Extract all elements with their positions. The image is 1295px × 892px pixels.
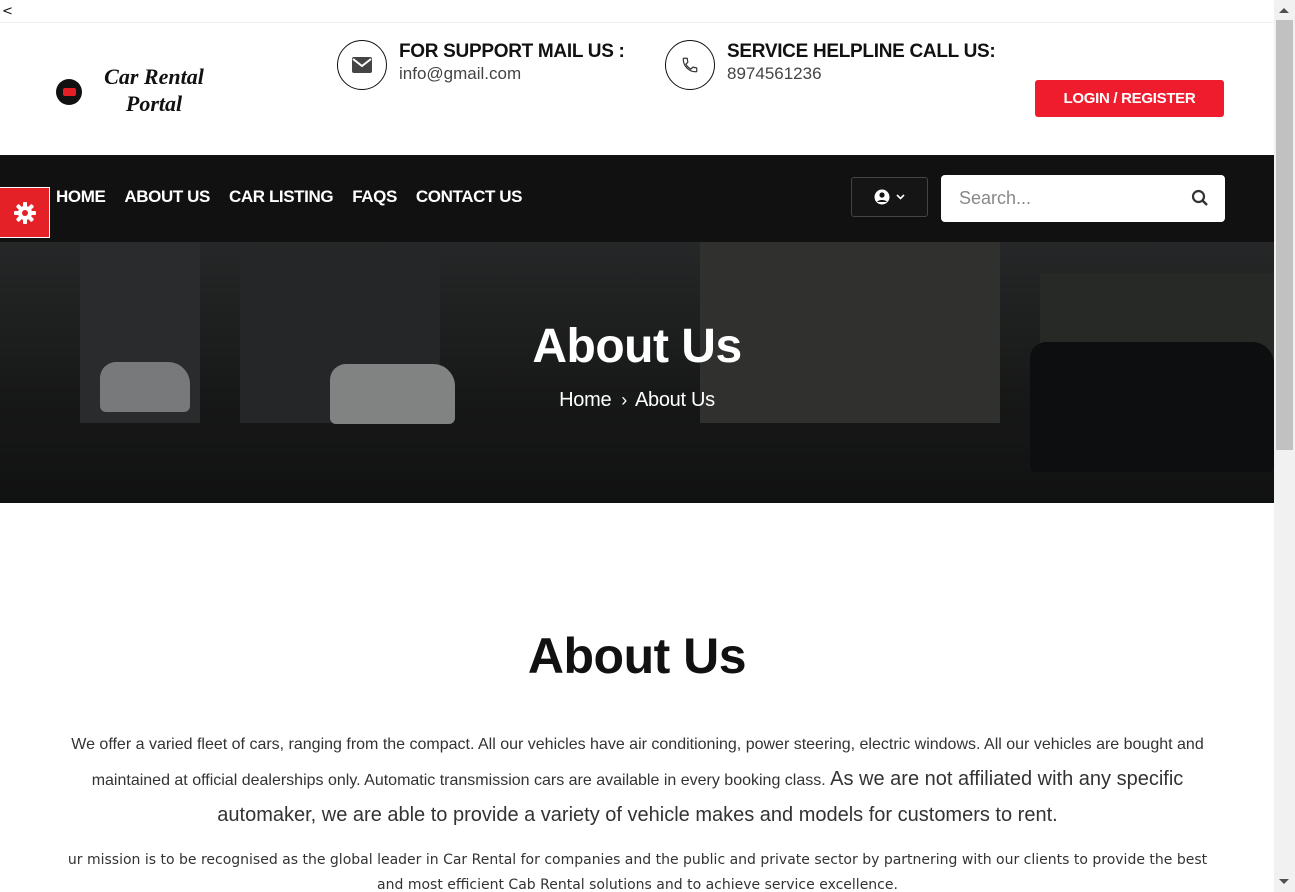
- breadcrumb-home-link[interactable]: Home: [559, 389, 611, 411]
- logo-mark-icon: [56, 79, 82, 105]
- breadcrumb-chevron-icon: ›: [621, 390, 627, 410]
- envelope-icon: [337, 40, 387, 90]
- settings-panel-toggle[interactable]: [0, 187, 50, 238]
- logo-text: Car Rental Portal: [84, 63, 224, 117]
- service-helpline-number[interactable]: 8974561236: [727, 63, 995, 85]
- stray-character: <: [2, 4, 13, 19]
- about-paragraph-1: We offer a varied fleet of cars, ranging…: [60, 728, 1215, 834]
- site-logo[interactable]: Car Rental Portal: [56, 63, 216, 123]
- user-circle-icon: [874, 189, 890, 205]
- scrollbar-thumb[interactable]: [1276, 20, 1293, 450]
- chevron-down-icon: [896, 194, 905, 200]
- search-input[interactable]: [941, 175, 1181, 222]
- breadcrumb: Home › About Us: [0, 389, 1274, 412]
- login-register-button[interactable]: LOGIN / REGISTER: [1035, 80, 1224, 117]
- gear-icon: [13, 201, 36, 224]
- nav-item-car-listing[interactable]: CAR LISTING: [229, 187, 334, 207]
- user-menu-button[interactable]: [851, 177, 928, 217]
- support-mail-address[interactable]: info@gmail.com: [399, 63, 625, 85]
- banner-title: About Us: [532, 320, 742, 373]
- support-mail-block: FOR SUPPORT MAIL US : info@gmail.com: [337, 40, 625, 90]
- breadcrumb-current: About Us: [634, 389, 715, 411]
- search-icon[interactable]: [1191, 189, 1209, 207]
- search-box: [941, 175, 1225, 222]
- service-helpline-title: SERVICE HELPLINE CALL US:: [727, 41, 996, 62]
- about-paragraph-2: ur mission is to be recognised as the gl…: [67, 852, 1208, 892]
- nav-links: HOME ABOUT US CAR LISTING FAQS CONTACT U…: [56, 187, 522, 207]
- nav-item-contact-us[interactable]: CONTACT US: [416, 187, 523, 207]
- vertical-scrollbar[interactable]: [1274, 0, 1295, 892]
- scroll-down-arrow-icon[interactable]: [1279, 879, 1289, 884]
- main-navigation: HOME ABOUT US CAR LISTING FAQS CONTACT U…: [0, 155, 1274, 242]
- service-helpline-block: SERVICE HELPLINE CALL US: 8974561236: [665, 40, 996, 90]
- section-title: About Us: [527, 628, 747, 684]
- logo-line-1: Car Rental: [104, 64, 204, 89]
- scroll-up-arrow-icon[interactable]: [1279, 8, 1289, 13]
- nav-item-about-us[interactable]: ABOUT US: [124, 187, 210, 207]
- nav-item-faqs[interactable]: FAQS: [352, 187, 397, 207]
- logo-line-2: Portal: [125, 91, 183, 116]
- page-banner: About Us Home › About Us: [0, 242, 1274, 503]
- phone-icon: [665, 40, 715, 90]
- support-mail-title: FOR SUPPORT MAIL US :: [399, 41, 625, 62]
- nav-item-home[interactable]: HOME: [56, 187, 106, 207]
